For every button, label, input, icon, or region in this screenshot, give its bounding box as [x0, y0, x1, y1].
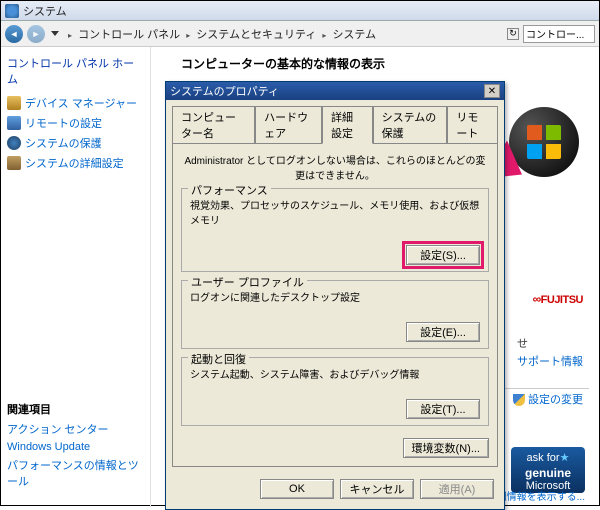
- performance-group: パフォーマンス 視覚効果、プロセッサのスケジュール、メモリ使用、および仮想メモリ…: [181, 188, 489, 272]
- related-action-center[interactable]: アクション センター: [7, 421, 144, 437]
- nav-dropdown-icon[interactable]: [51, 31, 59, 36]
- shield-icon: [7, 136, 21, 150]
- device-icon: [7, 96, 21, 110]
- tab-remote[interactable]: リモート: [447, 106, 498, 143]
- nav-forward-button[interactable]: ►: [27, 25, 45, 43]
- genuine-badge[interactable]: ask for★ genuine Microsoft software: [511, 447, 585, 493]
- profile-desc: ログオンに関連したデスクトップ設定: [190, 289, 480, 304]
- remote-icon: [7, 116, 21, 130]
- related-windows-update[interactable]: Windows Update: [7, 441, 144, 453]
- related-performance[interactable]: パフォーマンスの情報とツール: [7, 457, 144, 489]
- dialog-title: システムのプロパティ: [170, 83, 279, 99]
- performance-settings-button[interactable]: 設定(S)...: [406, 245, 480, 265]
- profile-settings-button[interactable]: 設定(E)...: [406, 322, 480, 342]
- fujitsu-logo: ∞FUJITSU: [533, 287, 583, 308]
- dialog-tabs: コンピューター名 ハードウェア 詳細設定 システムの保護 リモート: [166, 100, 504, 143]
- related-heading: 関連項目: [7, 401, 144, 417]
- refresh-icon[interactable]: ↻: [507, 28, 519, 40]
- startup-desc: システム起動、システム障害、およびデバッグ情報: [190, 366, 480, 381]
- breadcrumb-l1[interactable]: システムとセキュリティ: [196, 29, 316, 41]
- support-link[interactable]: サポート情報: [517, 353, 583, 369]
- advanced-icon: [7, 156, 21, 170]
- uac-shield-icon: [513, 394, 525, 406]
- ok-button[interactable]: OK: [260, 479, 334, 499]
- breadcrumb-l2[interactable]: システム: [332, 29, 376, 41]
- performance-legend: パフォーマンス: [188, 182, 271, 198]
- admin-note: Administrator としてログオンしない場合は、これらのほとんどの変更は…: [181, 152, 489, 182]
- sidebar-home-link[interactable]: コントロール パネル ホーム: [7, 55, 144, 87]
- sidebar: コントロール パネル ホーム デバイス マネージャー リモートの設定 システムの…: [1, 47, 151, 507]
- performance-desc: 視覚効果、プロセッサのスケジュール、メモリ使用、および仮想メモリ: [190, 197, 480, 227]
- dialog-titlebar[interactable]: システムのプロパティ ✕: [166, 82, 504, 100]
- dialog-body: Administrator としてログオンしない場合は、これらのほとんどの変更は…: [172, 143, 498, 467]
- window-title: システム: [23, 3, 67, 19]
- search-input[interactable]: [523, 25, 595, 43]
- user-profile-group: ユーザー プロファイル ログオンに関連したデスクトップ設定 設定(E)...: [181, 280, 489, 349]
- settings-change-link[interactable]: 設定の変更: [513, 391, 583, 407]
- tab-hardware[interactable]: ハードウェア: [255, 106, 322, 143]
- window-titlebar: システム: [1, 1, 599, 21]
- sidebar-item-remote[interactable]: リモートの設定: [7, 115, 144, 131]
- apply-button[interactable]: 適用(A): [420, 479, 494, 499]
- env-variables-button[interactable]: 環境変数(N)...: [403, 438, 489, 458]
- breadcrumb[interactable]: ▸ コントロール パネル ▸ システムとセキュリティ ▸ システム: [65, 26, 503, 42]
- startup-group: 起動と回復 システム起動、システム障害、およびデバッグ情報 設定(T)...: [181, 357, 489, 426]
- close-button[interactable]: ✕: [484, 84, 500, 98]
- profile-legend: ユーザー プロファイル: [188, 274, 307, 290]
- startup-legend: 起動と回復: [188, 351, 249, 367]
- tab-advanced[interactable]: 詳細設定: [322, 106, 373, 144]
- support-block: せ サポート情報: [517, 335, 583, 369]
- startup-settings-button[interactable]: 設定(T)...: [406, 399, 480, 419]
- nav-back-button[interactable]: ◄: [5, 25, 23, 43]
- sidebar-item-device-manager[interactable]: デバイス マネージャー: [7, 95, 144, 111]
- sidebar-item-advanced[interactable]: システムの詳細設定: [7, 155, 144, 171]
- app-icon: [5, 4, 19, 18]
- tab-computer-name[interactable]: コンピューター名: [172, 106, 255, 143]
- toolbar: ◄ ► ▸ コントロール パネル ▸ システムとセキュリティ ▸ システム ↻: [1, 21, 599, 47]
- system-properties-dialog: システムのプロパティ ✕ コンピューター名 ハードウェア 詳細設定 システムの保…: [165, 81, 505, 510]
- breadcrumb-root[interactable]: コントロール パネル: [78, 29, 180, 41]
- cancel-button[interactable]: キャンセル: [340, 479, 414, 499]
- sidebar-item-protection[interactable]: システムの保護: [7, 135, 144, 151]
- tab-protection[interactable]: システムの保護: [373, 106, 448, 143]
- page-heading: コンピューターの基本的な情報の表示: [181, 55, 589, 72]
